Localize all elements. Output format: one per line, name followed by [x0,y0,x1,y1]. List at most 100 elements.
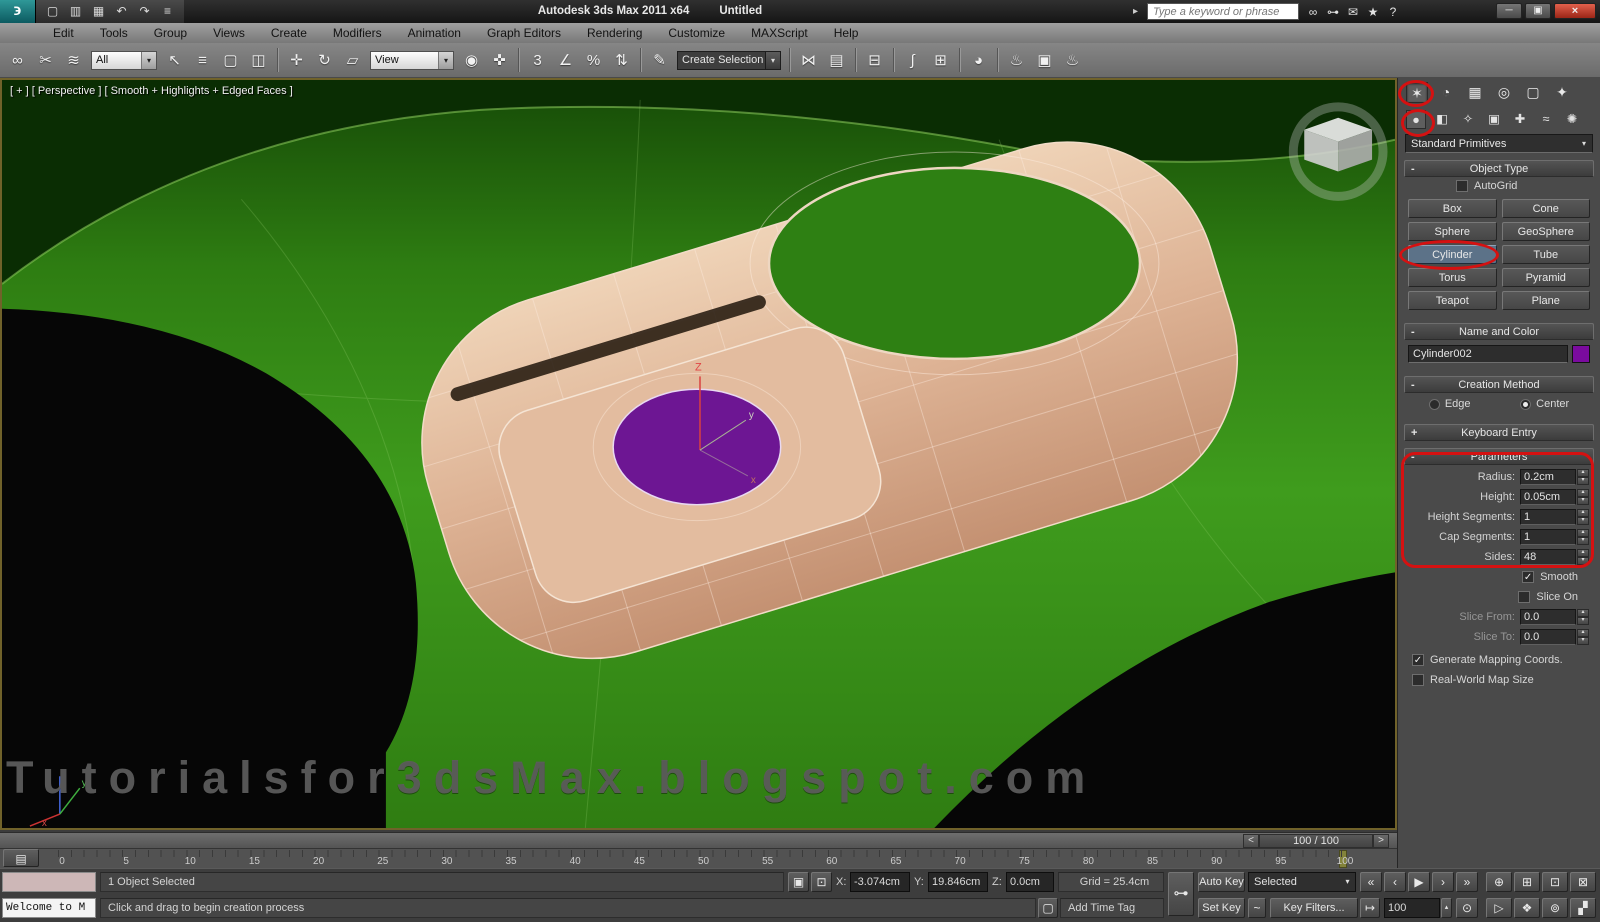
spinner[interactable]: ▴ ▾ [1577,469,1589,485]
lights-icon[interactable]: ✧ [1458,110,1478,129]
render-setup-icon[interactable]: ♨ [1004,48,1029,73]
help-icon[interactable]: ? [1383,3,1403,21]
spinner-down-icon[interactable]: ▾ [1577,517,1589,525]
time-slider-label[interactable]: 100 / 100 [1259,834,1373,848]
save-file-icon[interactable]: ▦ [88,2,109,21]
go-to-end-icon[interactable]: » [1456,872,1478,892]
zoom-extents-icon[interactable]: ⊡ [1542,872,1568,892]
pan-icon[interactable]: ❖ [1514,898,1540,918]
search-flyout-icon[interactable]: ▸ [1133,6,1143,17]
spinner-up-icon[interactable]: ▴ [1577,629,1589,637]
menu-item-create[interactable]: Create [258,23,320,43]
time-slider-track[interactable]: < 100 / 100 > [0,832,1397,848]
cylinder-rivet-object[interactable] [612,388,782,506]
schematic-view-icon[interactable]: ⊞ [928,48,953,73]
edit-named-selection-sets-icon[interactable]: ✎ [647,48,672,73]
spinner-snap-icon[interactable]: ⇅ [609,48,634,73]
perspective-viewport[interactable]: Z y x y x [ + ] [ Perspective ] [ Smooth… [0,78,1397,830]
name-and-color-rollout-header[interactable]: - Name and Color [1404,323,1594,340]
new-scene-icon[interactable]: ▢ [42,2,63,21]
play-icon[interactable]: ▶ [1408,872,1430,892]
helpers-icon[interactable]: ✚ [1510,110,1530,129]
param-field-height-segments-[interactable] [1520,509,1576,525]
select-and-scale-icon[interactable]: ▱ [340,48,365,73]
spinner-up-icon[interactable]: ▴ [1577,489,1589,497]
spinner[interactable]: ▴ ▾ [1577,609,1589,625]
use-pivot-point-center-icon[interactable]: ◉ [459,48,484,73]
select-object-icon[interactable]: ↖ [162,48,187,73]
select-and-manipulate-icon[interactable]: ✜ [487,48,512,73]
next-frame-icon[interactable]: › [1432,872,1454,892]
bind-to-space-warp-icon[interactable]: ≋ [61,48,86,73]
rectangular-selection-region-icon[interactable]: ▢ [218,48,243,73]
chevron-down-icon[interactable]: ▾ [141,51,156,69]
param-field-radius-[interactable] [1520,469,1576,485]
select-by-name-icon[interactable]: ≡ [190,48,215,73]
open-file-icon[interactable]: ▥ [65,2,86,21]
cameras-icon[interactable]: ▣ [1484,110,1504,129]
reference-coordinate-dropdown[interactable]: View ▾ [370,50,454,70]
object-type-torus-button[interactable]: Torus [1408,268,1497,287]
object-type-sphere-button[interactable]: Sphere [1408,222,1497,241]
menu-item-views[interactable]: Views [200,23,258,43]
object-name-field[interactable] [1408,345,1568,363]
material-editor-icon[interactable]: ◕ [966,48,991,73]
spinner-up-icon[interactable]: ▴ [1577,549,1589,557]
window-crossing-icon[interactable]: ◫ [246,48,271,73]
render-production-icon[interactable]: ♨ [1060,48,1085,73]
object-type-geosphere-button[interactable]: GeoSphere [1501,222,1590,241]
generate-mapping-coords-checkbox[interactable]: ✓ [1412,654,1424,666]
spinner-down-icon[interactable]: ▾ [1577,537,1589,545]
key-filters-button[interactable]: Key Filters... [1270,898,1358,918]
time-configuration-icon[interactable]: ⊙ [1456,898,1478,918]
default-tangent-icon[interactable]: ~ [1248,898,1266,918]
object-type-teapot-button[interactable]: Teapot [1408,291,1497,310]
menu-item-animation[interactable]: Animation [395,23,474,43]
communication-center-icon[interactable]: ✉ [1343,3,1363,21]
spinner-up-icon[interactable]: ▴ [1577,469,1589,477]
menu-item-customize[interactable]: Customize [655,23,738,43]
absolute-mode-icon[interactable]: ⊡ [811,872,832,892]
param-field-sides-[interactable] [1520,549,1576,565]
param-field-slice-to-[interactable] [1520,629,1576,645]
close-button[interactable]: × [1554,3,1596,19]
space-warps-icon[interactable]: ≈ [1536,110,1556,129]
spinner[interactable]: ▴ ▾ [1577,629,1589,645]
trackbar-mini-icon[interactable]: ▤ [3,849,39,867]
redo-icon[interactable]: ↷ [134,2,155,21]
previous-frame-icon[interactable]: ‹ [1384,872,1406,892]
keyboard-entry-rollout-header[interactable]: + Keyboard Entry [1404,424,1594,441]
field-of-view-icon[interactable]: ▷ [1486,898,1512,918]
angle-snap-icon[interactable]: ∠ [553,48,578,73]
viewport-canvas[interactable]: Z y x y x [2,80,1395,828]
menu-item-edit[interactable]: Edit [40,23,87,43]
object-type-pyramid-button[interactable]: Pyramid [1501,268,1590,287]
search-binoculars-icon[interactable]: ∞ [1303,3,1323,21]
add-time-tag[interactable]: Add Time Tag [1060,898,1164,918]
key-mode-toggle-icon[interactable]: ↦ [1360,898,1380,918]
search-input[interactable] [1147,3,1299,20]
parameters-rollout-header[interactable]: - Parameters [1404,448,1594,465]
object-type-rollout-header[interactable]: - Object Type [1404,160,1594,177]
slice-on-checkbox[interactable] [1518,591,1531,603]
align-icon[interactable]: ▤ [824,48,849,73]
mirror-icon[interactable]: ⋈ [796,48,821,73]
layer-manager-icon[interactable]: ⊟ [862,48,887,73]
menu-item-rendering[interactable]: Rendering [574,23,655,43]
real-world-map-size-checkbox[interactable] [1412,674,1424,686]
selection-lock-icon[interactable]: ▣ [788,872,809,892]
param-field-slice-from-[interactable] [1520,609,1576,625]
utilities-tab-icon[interactable]: ✦ [1551,82,1573,103]
geometry-icon[interactable]: ● [1406,109,1426,129]
menu-item-modifiers[interactable]: Modifiers [320,23,395,43]
spinner[interactable]: ▴ ▾ [1577,509,1589,525]
shapes-icon[interactable]: ◧ [1432,110,1452,129]
spinner-down-icon[interactable]: ▾ [1577,477,1589,485]
menu-item-help[interactable]: Help [821,23,872,43]
spinner-up-icon[interactable]: ▴ [1577,529,1589,537]
menu-item-group[interactable]: Group [141,23,200,43]
menu-item-tools[interactable]: Tools [87,23,141,43]
coord-x-field[interactable] [850,872,910,892]
key-icon[interactable]: ⊶ [1168,872,1194,916]
orbit-icon[interactable]: ⊚ [1542,898,1568,918]
